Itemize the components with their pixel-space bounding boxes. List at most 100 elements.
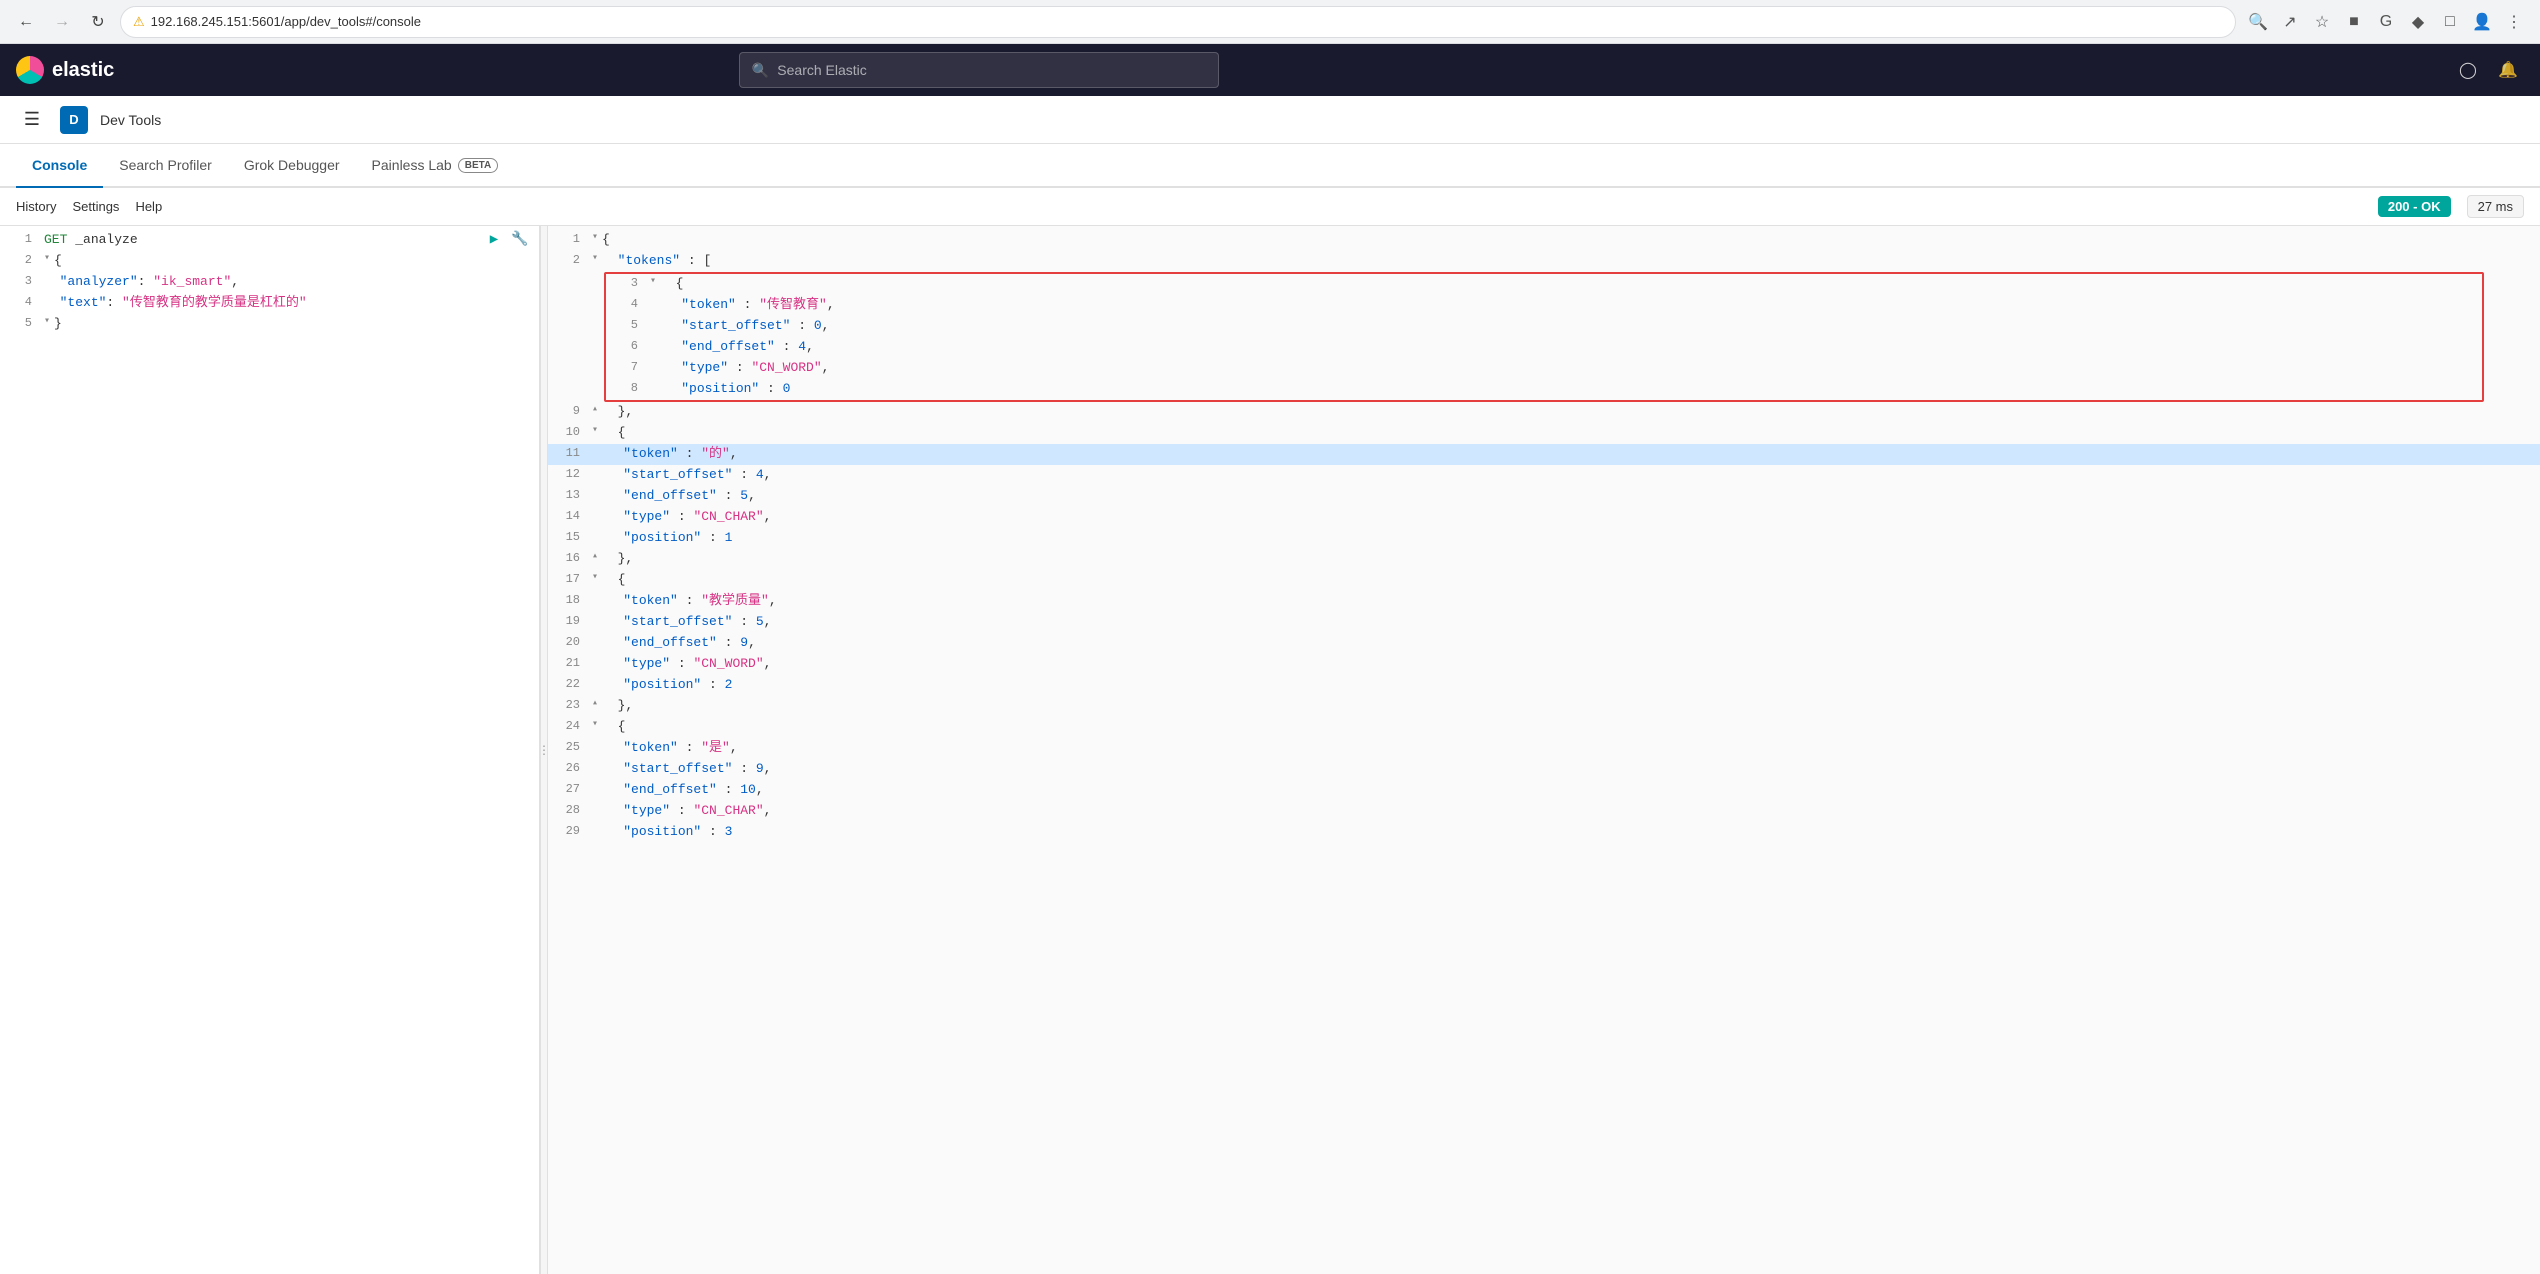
fold-r-16[interactable]: ▴ <box>592 549 598 565</box>
bookmark-icon-btn[interactable]: ☆ <box>2308 8 2336 36</box>
red-box-highlight: 3 ▾ { 4 "token" : "传智教育", 5 "start_offse… <box>604 272 2484 402</box>
fold-arrow-5[interactable]: ▾ <box>44 314 50 330</box>
run-button[interactable]: ▶ <box>483 230 505 252</box>
tab-grok-debugger-label: Grok Debugger <box>244 157 340 173</box>
puzzle-icon-btn[interactable]: ◆ <box>2404 8 2432 36</box>
result-line-26: 26 "start_offset" : 9, <box>548 759 2540 780</box>
result-line-8: 8 "position" : 0 <box>606 379 2482 400</box>
line-actions-1: ▶ 🔧 <box>483 230 531 252</box>
line-num-4: 4 <box>8 293 32 312</box>
fold-r-9[interactable]: ▴ <box>592 402 598 418</box>
result-line-7: 7 "type" : "CN_WORD", <box>606 358 2482 379</box>
history-button[interactable]: History <box>16 199 56 214</box>
toolbar: History Settings Help 200 - OK 27 ms <box>0 188 2540 226</box>
tabs-bar: Console Search Profiler Grok Debugger Pa… <box>0 144 2540 188</box>
result-line-17: 17 ▾ { <box>548 570 2540 591</box>
translate-icon-btn[interactable]: G <box>2372 8 2400 36</box>
time-badge: 27 ms <box>2467 195 2524 218</box>
browser-chrome: ← → ↻ ⚠ 192.168.245.151:5601/app/dev_too… <box>0 0 2540 44</box>
fold-r-2[interactable]: ▾ <box>592 251 598 267</box>
result-line-10: 10 ▾ { <box>548 423 2540 444</box>
address-bar[interactable]: ⚠ 192.168.245.151:5601/app/dev_tools#/co… <box>120 6 2236 38</box>
tab-console[interactable]: Console <box>16 144 103 188</box>
fold-r-1[interactable]: ▾ <box>592 230 598 246</box>
notification-icon[interactable]: 🔔 <box>2492 54 2524 86</box>
main-content: 1 GET _analyze ▶ 🔧 2 ▾ { 3 <box>0 226 2540 1274</box>
browser-icons: 🔍 ↗ ☆ ■ G ◆ □ 👤 ⋮ <box>2244 8 2528 36</box>
result-line-16: 16 ▴ }, <box>548 549 2540 570</box>
line-num-5: 5 <box>8 314 32 333</box>
result-line-3: 3 ▾ { <box>606 274 2482 295</box>
result-line-14: 14 "type" : "CN_CHAR", <box>548 507 2540 528</box>
status-badge: 200 - OK <box>2378 196 2451 217</box>
search-icon: 🔍 <box>752 62 769 79</box>
menu-icon-btn[interactable]: ⋮ <box>2500 8 2528 36</box>
line-num-3: 3 <box>8 272 32 291</box>
result-line-2: 2 ▾ "tokens" : [ <box>548 251 2540 272</box>
result-line-9: 9 ▴ }, <box>548 402 2540 423</box>
result-line-1: 1 ▾ { <box>548 230 2540 251</box>
tab-grok-debugger[interactable]: Grok Debugger <box>228 144 356 188</box>
editor-line-4: 4 "text": "传智教育的教学质量是杠杠的" <box>0 293 539 314</box>
help-button[interactable]: Help <box>135 199 162 214</box>
sub-header: ☰ D Dev Tools <box>0 96 2540 144</box>
editor-content[interactable]: 1 GET _analyze ▶ 🔧 2 ▾ { 3 <box>0 226 539 1274</box>
editor-line-3: 3 "analyzer": "ik_smart", <box>0 272 539 293</box>
line-content-1: GET _analyze <box>44 230 531 251</box>
fold-arrow-2[interactable]: ▾ <box>44 251 50 267</box>
header-search-placeholder: Search Elastic <box>777 62 866 78</box>
search-icon-btn[interactable]: 🔍 <box>2244 8 2272 36</box>
result-line-13: 13 "end_offset" : 5, <box>548 486 2540 507</box>
breadcrumb-text: Dev Tools <box>100 112 161 128</box>
result-line-15: 15 "position" : 1 <box>548 528 2540 549</box>
result-line-12: 12 "start_offset" : 4, <box>548 465 2540 486</box>
header-right-icons: ◯ 🔔 <box>2452 54 2524 86</box>
fold-r-17[interactable]: ▾ <box>592 570 598 586</box>
line-num-2: 2 <box>8 251 32 270</box>
elastic-logo-circle <box>16 56 44 84</box>
settings-button[interactable]: Settings <box>72 199 119 214</box>
result-line-18: 18 "token" : "教学质量", <box>548 591 2540 612</box>
tab-painless-lab-label: Painless Lab <box>372 157 452 173</box>
result-line-28: 28 "type" : "CN_CHAR", <box>548 801 2540 822</box>
result-line-22: 22 "position" : 2 <box>548 675 2540 696</box>
result-line-29: 29 "position" : 3 <box>548 822 2540 843</box>
forward-button[interactable]: → <box>48 8 76 36</box>
editor-line-2: 2 ▾ { <box>0 251 539 272</box>
result-line-4: 4 "token" : "传智教育", <box>606 295 2482 316</box>
fold-r-24[interactable]: ▾ <box>592 717 598 733</box>
profile-icon-btn[interactable]: 👤 <box>2468 8 2496 36</box>
hamburger-menu-button[interactable]: ☰ <box>16 104 48 136</box>
result-line-21: 21 "type" : "CN_WORD", <box>548 654 2540 675</box>
editor-panel: 1 GET _analyze ▶ 🔧 2 ▾ { 3 <box>0 226 540 1274</box>
result-line-24: 24 ▾ { <box>548 717 2540 738</box>
tab-painless-lab[interactable]: Painless Lab BETA <box>356 144 515 188</box>
fold-r-23[interactable]: ▴ <box>592 696 598 712</box>
result-line-23: 23 ▴ }, <box>548 696 2540 717</box>
header-search-bar[interactable]: 🔍 Search Elastic <box>739 52 1219 88</box>
result-line-27: 27 "end_offset" : 10, <box>548 780 2540 801</box>
result-line-5: 5 "start_offset" : 0, <box>606 316 2482 337</box>
app-header: elastic 🔍 Search Elastic ◯ 🔔 <box>0 44 2540 96</box>
panel-divider[interactable]: ⋮ <box>540 226 548 1274</box>
tab-search-profiler[interactable]: Search Profiler <box>103 144 228 188</box>
splitscreen-icon-btn[interactable]: □ <box>2436 8 2464 36</box>
back-button[interactable]: ← <box>12 8 40 36</box>
elastic-logo: elastic <box>16 56 114 84</box>
fold-r-10[interactable]: ▾ <box>592 423 598 439</box>
editor-line-5: 5 ▾ } <box>0 314 539 335</box>
security-icon: ⚠ <box>133 14 145 30</box>
fold-r-3[interactable]: ▾ <box>650 274 656 290</box>
beta-badge: BETA <box>458 158 498 173</box>
result-line-20: 20 "end_offset" : 9, <box>548 633 2540 654</box>
help-circle-icon[interactable]: ◯ <box>2452 54 2484 86</box>
result-line-19: 19 "start_offset" : 5, <box>548 612 2540 633</box>
wrench-button[interactable]: 🔧 <box>509 230 531 252</box>
tab-console-label: Console <box>32 157 87 173</box>
extension-icon-btn[interactable]: ■ <box>2340 8 2368 36</box>
share-icon-btn[interactable]: ↗ <box>2276 8 2304 36</box>
line-num-1: 1 <box>8 230 32 249</box>
result-line-25: 25 "token" : "是", <box>548 738 2540 759</box>
reload-button[interactable]: ↻ <box>84 8 112 36</box>
results-panel[interactable]: 1 ▾ { 2 ▾ "tokens" : [ 3 ▾ { 4 <box>548 226 2540 1274</box>
